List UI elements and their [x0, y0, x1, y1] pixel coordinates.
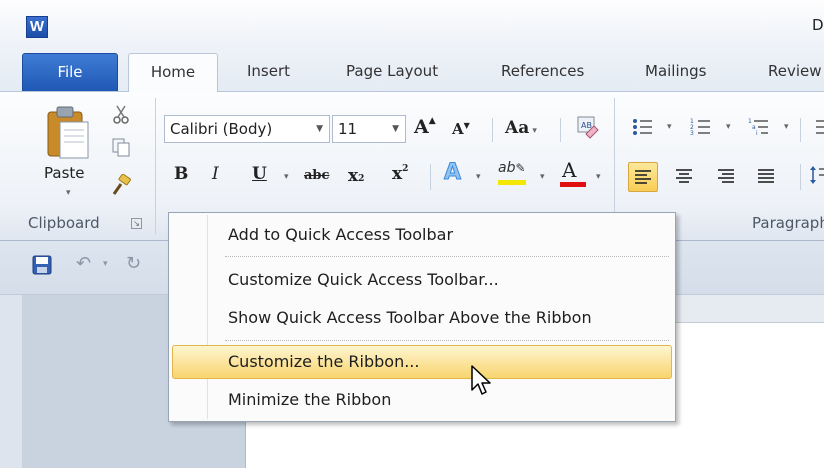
grow-font-icon[interactable]: A▲: [414, 116, 436, 138]
superscript-icon[interactable]: x2: [392, 164, 408, 184]
align-left-button[interactable]: [628, 162, 658, 192]
font-name-value: Calibri (Body): [170, 120, 273, 138]
group-separator: [155, 98, 156, 234]
undo-icon[interactable]: ↶: [76, 253, 91, 274]
underline-icon[interactable]: U: [252, 164, 267, 184]
menu-item-customize-ribbon[interactable]: Customize the Ribbon...: [172, 345, 672, 379]
menu-item-show-qat-above[interactable]: Show Quick Access Toolbar Above the Ribb…: [172, 301, 672, 335]
word-app-icon[interactable]: W: [26, 16, 48, 38]
align-center-icon: [676, 169, 692, 183]
menu-item-label: Customize the Ribbon...: [228, 352, 420, 371]
line-spacing-icon[interactable]: [808, 164, 824, 186]
title-bar: W D: [0, 0, 824, 48]
menu-item-customize-qat[interactable]: Customize Quick Access Toolbar...: [172, 263, 672, 297]
workspace-left-edge: [0, 295, 22, 468]
format-painter-icon[interactable]: [110, 174, 132, 196]
menu-item-minimize-ribbon[interactable]: Minimize the Ribbon: [172, 383, 672, 417]
bullets-dropdown-arrow[interactable]: ▾: [667, 122, 672, 132]
toolbar-separator: [800, 164, 801, 190]
tab-insert[interactable]: Insert: [247, 53, 290, 92]
svg-text:i: i: [756, 130, 758, 137]
decrease-indent-icon[interactable]: [808, 116, 824, 138]
menu-item-add-to-qat[interactable]: Add to Quick Access Toolbar: [172, 218, 672, 252]
cut-icon[interactable]: [110, 104, 132, 126]
tab-file[interactable]: File: [22, 53, 118, 92]
paste-icon[interactable]: [44, 104, 92, 162]
paste-button-label[interactable]: Paste: [44, 164, 85, 182]
ribbon-context-menu: Add to Quick Access Toolbar Customize Qu…: [168, 212, 676, 422]
align-left-icon: [635, 170, 651, 184]
highlight-dropdown-arrow[interactable]: ▾: [540, 172, 545, 182]
menu-item-label: Customize Quick Access Toolbar...: [228, 270, 499, 289]
strikethrough-icon[interactable]: abc: [304, 168, 329, 183]
toolbar-separator: [800, 118, 801, 142]
clipboard-group-label: Clipboard: [28, 214, 100, 232]
subscript-icon[interactable]: x2: [348, 166, 364, 186]
font-color-bar: [560, 182, 586, 187]
bullets-icon[interactable]: [632, 116, 654, 138]
bold-icon[interactable]: B: [174, 164, 188, 184]
chevron-down-icon[interactable]: ▼: [392, 116, 399, 142]
tab-review[interactable]: Review: [768, 53, 822, 92]
save-icon[interactable]: [32, 255, 52, 275]
chevron-down-icon[interactable]: ▼: [316, 116, 323, 142]
tab-page-layout[interactable]: Page Layout: [346, 53, 438, 92]
toolbar-separator: [492, 118, 493, 142]
multilevel-dropdown-arrow[interactable]: ▾: [784, 122, 789, 132]
numbering-dropdown-arrow[interactable]: ▾: [726, 122, 731, 132]
menu-item-label: Add to Quick Access Toolbar: [228, 225, 454, 244]
multilevel-list-icon[interactable]: 1 a i: [748, 116, 770, 138]
align-right-icon: [718, 169, 734, 183]
justify-icon: [758, 169, 774, 183]
copy-icon[interactable]: [110, 136, 132, 158]
font-size-combo[interactable]: 11 ▼: [332, 115, 406, 143]
menu-item-label: Show Quick Access Toolbar Above the Ribb…: [228, 308, 592, 327]
font-name-combo[interactable]: Calibri (Body) ▼: [164, 115, 330, 143]
menu-item-label: Minimize the Ribbon: [228, 390, 392, 409]
tab-home[interactable]: Home: [128, 53, 218, 92]
toolbar-separator: [560, 118, 561, 142]
change-case-icon[interactable]: Aa ▾: [505, 118, 537, 138]
justify-button[interactable]: [752, 162, 782, 192]
clear-formatting-icon[interactable]: AB: [574, 114, 600, 140]
text-highlight-icon[interactable]: ab✎: [498, 160, 526, 176]
menu-separator: [225, 256, 669, 257]
underline-dropdown-arrow[interactable]: ▾: [284, 172, 289, 182]
clipboard-launcher-icon[interactable]: ↘: [131, 218, 142, 229]
tab-references[interactable]: References: [501, 53, 584, 92]
font-size-value: 11: [338, 120, 358, 138]
window-title: D: [812, 16, 824, 34]
svg-text:3: 3: [690, 130, 694, 137]
font-color-dropdown-arrow[interactable]: ▾: [596, 172, 601, 182]
svg-text:AB: AB: [581, 121, 592, 130]
numbering-icon[interactable]: 1 2 3: [690, 116, 712, 138]
ribbon-tab-row: File Home Insert Page Layout References …: [0, 48, 824, 92]
toolbar-separator: [430, 164, 431, 190]
font-color-icon[interactable]: A: [562, 158, 576, 182]
shrink-font-icon[interactable]: A▼: [452, 120, 470, 138]
mouse-pointer-icon: [471, 365, 491, 395]
align-right-button[interactable]: [712, 162, 742, 192]
paste-dropdown-arrow[interactable]: ▾: [66, 188, 71, 198]
undo-dropdown-arrow[interactable]: ▾: [103, 259, 108, 269]
menu-separator: [225, 340, 669, 341]
align-center-button[interactable]: [670, 162, 700, 192]
text-effects-dropdown-arrow[interactable]: ▾: [476, 172, 481, 182]
highlight-color-bar: [498, 180, 526, 185]
paragraph-group-label: Paragraph: [752, 214, 824, 232]
italic-icon[interactable]: I: [212, 164, 219, 184]
tab-mailings[interactable]: Mailings: [645, 53, 706, 92]
text-effects-icon[interactable]: A: [443, 160, 461, 186]
redo-icon[interactable]: ↻: [126, 253, 141, 274]
